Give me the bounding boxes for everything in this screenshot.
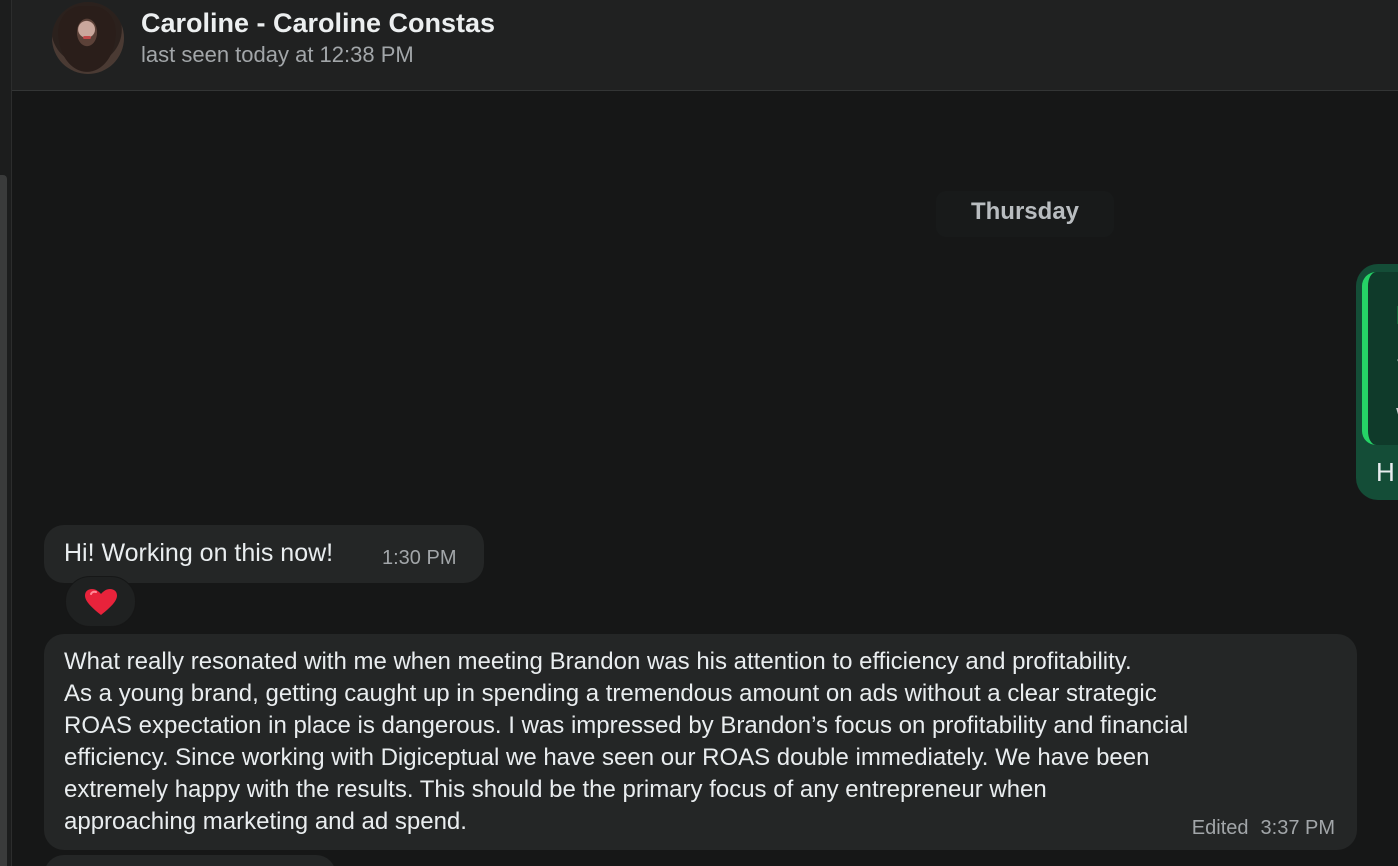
chat-header[interactable]: Caroline - Caroline Constas last seen to… <box>12 0 1398 91</box>
chat-window: Caroline - Caroline Constas last seen to… <box>0 0 1398 866</box>
outgoing-message-bubble[interactable]: B S W H <box>1356 264 1398 500</box>
outgoing-message-text: H <box>1376 457 1395 487</box>
message-time: 3:37 PM <box>1260 817 1335 839</box>
contact-name[interactable]: Caroline - Caroline Constas <box>141 8 495 39</box>
heart-icon <box>85 589 117 615</box>
message-reaction[interactable] <box>65 576 136 627</box>
message-meta: Edited 3:37 PM <box>1192 817 1335 840</box>
sidebar-scrollbar[interactable] <box>0 175 7 866</box>
message-text: What really resonated with me when meeti… <box>64 648 1189 835</box>
date-divider: Thursday <box>936 191 1114 237</box>
incoming-message-bubble[interactable]: What really resonated with me when meeti… <box>44 634 1357 850</box>
quoted-message[interactable]: B S W <box>1362 272 1398 445</box>
contact-avatar[interactable] <box>52 2 124 74</box>
next-message-bubble[interactable] <box>44 855 336 866</box>
message-time: 1:30 PM <box>382 547 457 569</box>
last-seen-status: last seen today at 12:38 PM <box>141 42 414 67</box>
incoming-message-bubble[interactable]: Hi! Working on this now! 1:30 PM <box>44 525 484 583</box>
avatar-detail <box>83 36 91 39</box>
message-text: Hi! Working on this now! <box>64 539 334 567</box>
avatar-photo <box>58 6 116 72</box>
edited-label: Edited <box>1191 817 1249 839</box>
